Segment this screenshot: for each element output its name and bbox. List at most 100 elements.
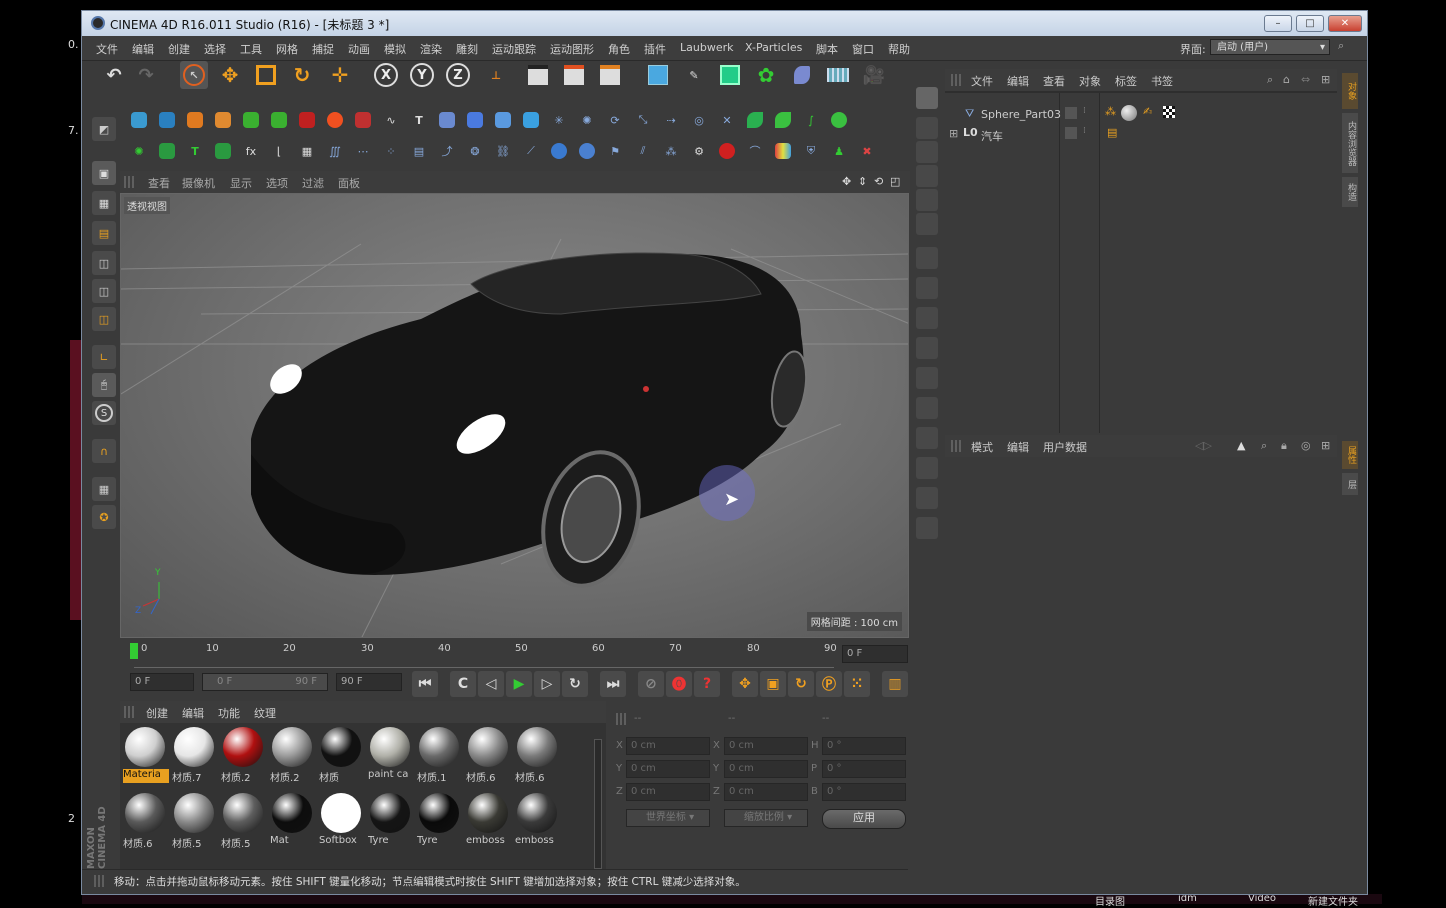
menu-sculpt[interactable]: 雕刻 [456,41,478,57]
brush-button[interactable] [916,247,938,269]
object-menu-view[interactable]: 查看 [1043,73,1065,89]
xp-spin-icon[interactable]: ⟳ [604,109,626,131]
material-swatch[interactable]: 材质.5 [172,791,216,851]
live-select-button[interactable]: ↖ [180,61,208,89]
material-swatch[interactable]: emboss [515,791,559,851]
extrude-button[interactable] [916,307,938,329]
xp-object-icon[interactable] [436,109,458,131]
magnet-button[interactable]: ∩ [92,439,116,463]
tag-icon[interactable]: ⁂ [1105,105,1116,118]
key-rotation-button[interactable]: ↻ [788,671,814,697]
xp-text-icon[interactable]: T [408,109,430,131]
rotate-view-icon[interactable]: ⟲ [874,175,883,188]
settings-circle-icon[interactable]: ◎ [1301,439,1311,452]
toggle-view-icon[interactable]: ◰ [890,175,900,188]
xp-fx-icon[interactable]: fx [240,140,262,162]
spline-snap-button[interactable] [916,213,938,235]
material-swatch[interactable]: 材质.1 [417,725,461,785]
xp-leaf-icon[interactable] [744,109,766,131]
material-swatch[interactable]: 材质.7 [172,725,216,785]
viewport-menu-panel[interactable]: 面板 [338,175,360,191]
tab-attributes[interactable]: 属性 [1342,441,1358,469]
grid-dots-button-2[interactable] [916,487,938,509]
perspective-viewport[interactable]: 透视视图 Y Z 网格间距 : 100 cm [120,193,909,638]
pen-spline-button[interactable]: ✎ [680,61,708,89]
deformer-button[interactable] [788,61,816,89]
xp-domain-icon[interactable] [296,109,318,131]
position-z-field[interactable]: 0 cm [626,783,710,801]
xp-cache-icon[interactable] [352,109,374,131]
xp-turbulence-icon[interactable]: ✺ [576,109,598,131]
xp-clock-icon[interactable] [548,140,570,162]
xp-emitter-icon[interactable] [128,109,150,131]
back-forward-icon[interactable]: ◁▷ [1195,439,1212,452]
menu-plugins[interactable]: 插件 [644,41,666,57]
timeline-ruler[interactable]: 0 10 20 30 40 50 60 70 80 90 0 F [120,641,910,671]
menu-animate[interactable]: 动画 [348,41,370,57]
xp-explosia-icon[interactable] [324,109,346,131]
scale-tool-button[interactable] [252,61,280,89]
menu-file[interactable]: 文件 [96,41,118,57]
coordinate-mode-select[interactable]: 世界坐标 ▾ [626,809,710,827]
xp-delete-icon[interactable]: ✖ [856,140,878,162]
new-panel-icon[interactable]: ⊞ [1321,73,1330,86]
tab-layers[interactable]: 层 [1342,473,1358,495]
size-z-field[interactable]: 0 cm [724,783,808,801]
menu-mograph[interactable]: 运动图形 [550,41,594,57]
grid-dots-button-3[interactable] [916,517,938,539]
material-swatch[interactable]: emboss [466,791,510,851]
xp-gradient-icon[interactable] [772,140,794,162]
autokey-button[interactable]: ⓿ [666,671,692,697]
xp-grass-icon[interactable]: ∫ [800,109,822,131]
xp-link-icon[interactable]: ⛓ [492,140,514,162]
key-position-button[interactable]: ✥ [732,671,758,697]
xp-tree-icon[interactable] [828,109,850,131]
material-swatch[interactable]: 材质.6 [123,791,167,851]
xp-dash-icon[interactable]: ⫽ [632,140,654,162]
xp-chain-icon[interactable]: ⋯ [352,140,374,162]
maximize-button[interactable]: □ [1296,15,1324,32]
menu-xparticles[interactable]: X-Particles [745,41,802,54]
material-menu-texture[interactable]: 纹理 [254,705,276,721]
menu-simulate[interactable]: 模拟 [384,41,406,57]
transform-tool-button[interactable]: ✛ [326,61,354,89]
search-icon[interactable]: ⌕ [1338,39,1344,53]
xp-wind-icon[interactable] [464,109,486,131]
menu-script[interactable]: 脚本 [816,41,838,57]
material-swatch[interactable]: Materia [123,725,169,785]
bridge-button[interactable] [916,367,938,389]
xp-cluster-icon[interactable]: ❂ [464,140,486,162]
workplane-lock-button[interactable]: ▦ [92,477,116,501]
xp-grid-icon[interactable]: ▤ [408,140,430,162]
axis-mode-button[interactable]: ∟ [92,345,116,369]
apply-button[interactable]: 应用 [822,809,906,829]
tag-icon-2[interactable]: ✍ [1143,105,1152,118]
render-picture-viewer-button[interactable] [560,61,588,89]
tab-content-browser[interactable]: 内容浏览器 [1342,113,1358,173]
texture-mode-button[interactable]: ▦ [92,191,116,215]
go-to-start-button[interactable]: ⏮ [412,671,438,697]
weld-button[interactable] [916,397,938,419]
keyframe-selection-button[interactable]: ? [694,671,720,697]
object-menu-bookmarks[interactable]: 书签 [1151,73,1173,89]
menu-motion-tracker[interactable]: 运动跟踪 [492,41,536,57]
poly-snap-button[interactable] [916,189,938,211]
material-swatch[interactable]: 材质.6 [466,725,510,785]
title-bar[interactable]: CINEMA 4D R16.011 Studio (R16) - [未标题 3 … [82,11,1367,36]
rotation-h-field[interactable]: 0 ° [822,737,906,755]
render-settings-button[interactable] [596,61,624,89]
xp-curve-icon[interactable]: ⌒ [744,140,766,162]
position-y-field[interactable]: 0 cm [626,760,710,778]
go-to-end-button[interactable]: ⏭ [600,671,626,697]
menu-edit[interactable]: 编辑 [132,41,154,57]
make-editable-button[interactable]: ◩ [92,117,116,141]
xp-blocks-icon[interactable]: ▦ [296,140,318,162]
subdivision-button[interactable] [716,61,744,89]
polygons-mode-button[interactable]: ◫ [92,307,116,331]
solo-button[interactable]: ✪ [92,505,116,529]
menu-render[interactable]: 渲染 [420,41,442,57]
interface-layout-select[interactable]: 启动 (用户) ▾ [1210,39,1330,55]
material-swatch[interactable]: 材质.5 [221,791,265,851]
next-frame-button[interactable]: ▷ [534,671,560,697]
material-swatch[interactable]: Softbox [319,791,363,851]
